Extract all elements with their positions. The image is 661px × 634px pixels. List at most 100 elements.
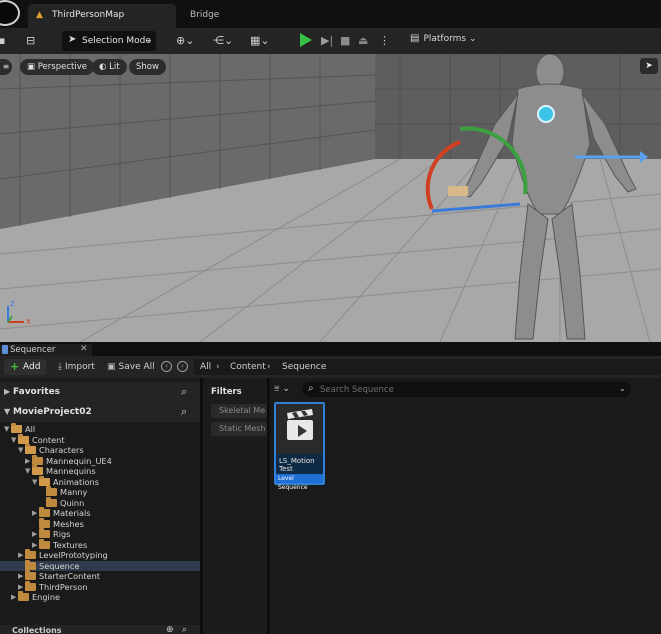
tree-item[interactable]: ▼ Characters (0, 444, 200, 456)
filter-dropdown-icon[interactable]: ⩸ ⌄ (274, 384, 290, 394)
platforms-icon: ▤ (410, 33, 420, 44)
project-header[interactable]: ▼ MovieProject02 ⌕ (0, 402, 200, 422)
tab-sequencer[interactable]: Sequencer ✕ (0, 344, 92, 356)
chevron-down-icon[interactable]: ▼ (18, 445, 23, 455)
tree-item[interactable]: ▶ Materials (0, 507, 200, 519)
folder-icon (25, 444, 36, 454)
folder-icon (39, 528, 50, 538)
chevron-down-icon[interactable]: ⌄ (619, 384, 626, 393)
breadcrumb-sequence[interactable]: Sequence (282, 362, 326, 372)
selection-mode-dropdown[interactable]: ➤ Selection Mode ⌄ (62, 31, 156, 51)
collections-label: Collections (12, 626, 62, 634)
tree-item-label: Sequence (39, 560, 80, 571)
asset-tile[interactable]: LS_Motion Test Level Sequence (274, 402, 325, 491)
chevron-down-icon[interactable]: ▼ (32, 477, 37, 487)
skip-icon[interactable]: ▶| (321, 33, 333, 49)
sequencer-tab-strip: Sequencer ✕ (0, 342, 661, 356)
breadcrumb-content[interactable]: Content (230, 362, 266, 372)
tree-item-label: Engine (32, 592, 61, 602)
chevron-right-icon[interactable]: ▶ (18, 571, 23, 581)
tree-item[interactable]: ▼ Mannequins (0, 465, 200, 477)
tree-item[interactable]: ▼ All (0, 423, 200, 435)
tree-item[interactable]: ▶ StarterContent (0, 570, 200, 582)
chevron-down-icon[interactable]: ▼ (4, 424, 9, 434)
search-input[interactable] (320, 383, 610, 396)
perspective-button[interactable]: ▣ Perspective (20, 59, 94, 75)
platforms-label: Platforms (423, 34, 467, 44)
favorites-header[interactable]: ▶ Favorites ⌕ (0, 382, 200, 402)
chevron-right-icon: ▶ (4, 387, 11, 396)
tree-item-label: All (25, 424, 36, 434)
search-icon[interactable]: ⌕ (181, 405, 187, 419)
chevron-down-icon[interactable]: ▼ (11, 435, 16, 445)
more-options-icon[interactable]: ⋮ (379, 33, 390, 49)
tree-item[interactable]: Meshes (0, 517, 200, 530)
tree-item[interactable]: ▼ Content (0, 433, 200, 446)
chevron-right-icon[interactable]: ▶ (18, 582, 23, 592)
title-bar: ▲ ThirdPersonMap Bridge (0, 0, 661, 28)
tree-item[interactable]: ▼ Animations (0, 475, 200, 488)
tree-item[interactable]: ▶ Textures (0, 538, 200, 551)
breadcrumb-all[interactable]: All (200, 362, 211, 372)
asset-view: ⩸ ⌄ ⌕ ⌄ LS_Motion Test Level Sequence (271, 378, 661, 634)
tree-item[interactable]: Quinn (0, 496, 200, 509)
tree-item[interactable]: ▶ ThirdPerson (0, 580, 200, 593)
chevron-right-icon[interactable]: ▶ (11, 592, 16, 602)
tree-item[interactable]: ▶ LevelPrototyping (0, 549, 200, 561)
save-icon[interactable]: ▪ (0, 33, 5, 49)
chevron-right-icon[interactable]: ▶ (32, 508, 37, 518)
add-collection-icon[interactable]: ⊕ (166, 625, 174, 634)
chevron-right-icon[interactable]: ▶ (25, 456, 30, 466)
eject-icon[interactable]: ⏏ (358, 33, 368, 49)
tab-bridge[interactable]: Bridge (190, 10, 219, 20)
add-actor-icon[interactable]: ⊕⌄ (176, 33, 194, 49)
stop-icon[interactable]: ■ (340, 33, 350, 49)
cinematics-icon[interactable]: ▦⌄ (250, 33, 270, 49)
filter-chip-static-mesh[interactable]: Static Mesh (211, 422, 267, 436)
search-icon[interactable]: ⌕ (182, 625, 187, 634)
close-icon[interactable]: ✕ (80, 344, 88, 354)
history-forward-icon[interactable]: › (177, 361, 188, 372)
folder-icon (18, 591, 29, 601)
plus-icon: + (10, 360, 20, 373)
viewport-scene (0, 54, 661, 342)
tree-item[interactable]: Sequence (0, 559, 200, 571)
select-tool-icon[interactable]: ➤ (640, 58, 658, 74)
collections-header[interactable]: Collections ⊕ ⌕ (0, 625, 200, 634)
tree-item-label: Characters (39, 445, 84, 455)
search-input-box[interactable]: ⌕ ⌄ (302, 382, 631, 397)
tab-third-person-map[interactable]: ▲ ThirdPersonMap (28, 4, 176, 28)
folder-icon (18, 433, 29, 444)
chevron-right-icon[interactable]: ▶ (18, 550, 23, 560)
filter-chip-skeletal-mesh[interactable]: Skeletal Me (211, 404, 267, 418)
chevron-right-icon[interactable]: ▶ (32, 529, 37, 539)
tree-item[interactable]: Manny (0, 486, 200, 498)
chevron-down-icon[interactable]: ▼ (25, 466, 30, 476)
save-icon: ▣ (107, 362, 116, 372)
show-label: Show (136, 62, 159, 72)
tree-item[interactable]: ▶ Rigs (0, 528, 200, 540)
import-button[interactable]: ⤓ Import (58, 362, 95, 372)
asset-name: LS_Motion Test (279, 457, 315, 473)
play-button[interactable] (300, 33, 312, 47)
lit-button[interactable]: ◐ Lit (92, 59, 127, 75)
add-button[interactable]: + Add (4, 359, 46, 375)
tree-item[interactable]: ▶ Mannequin_UE4 (0, 454, 200, 467)
tree-item-label: Mannequins (46, 466, 96, 476)
chevron-right-icon[interactable]: ▶ (32, 540, 37, 550)
history-back-icon[interactable]: ‹ (161, 361, 172, 372)
folder-icon (46, 496, 57, 507)
tree-item[interactable]: ▶ Engine (0, 591, 200, 603)
show-button[interactable]: Show (129, 59, 166, 75)
axis-x-label: X (26, 318, 31, 326)
search-icon[interactable]: ⌕ (181, 385, 187, 399)
save-all-button[interactable]: ▣ Save All (107, 362, 155, 372)
breadcrumb: All › Content › Sequence (194, 359, 661, 375)
blueprint-icon[interactable]: ⋲⌄ (213, 33, 233, 49)
cursor-icon: ➤ (68, 34, 77, 45)
folder-icon (32, 465, 43, 475)
level-viewport[interactable]: ≡ ▣ Perspective ◐ Lit Show ➤ Z X (0, 54, 661, 342)
platforms-dropdown[interactable]: ▤ Platforms ⌄ (410, 33, 477, 44)
unreal-logo-icon[interactable] (0, 0, 20, 26)
content-browser-icon[interactable]: ⊟ (26, 33, 35, 49)
